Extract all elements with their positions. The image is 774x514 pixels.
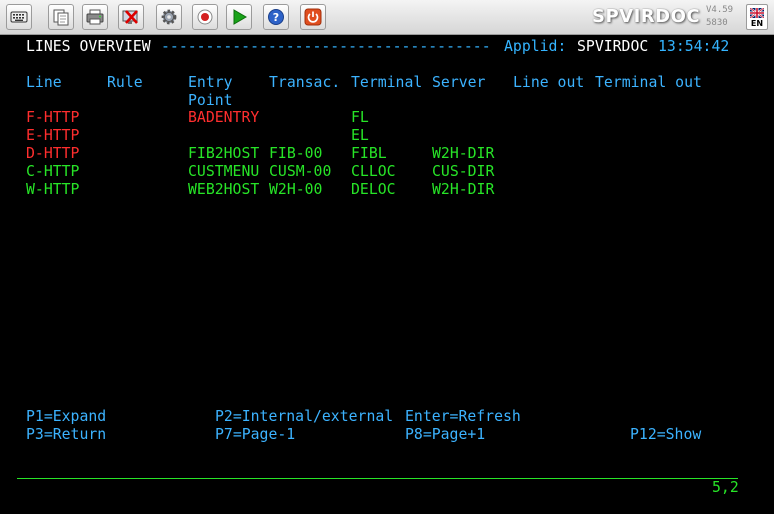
settings-button[interactable] [156,4,182,30]
pf7-page-back[interactable]: P7=Page-1 [215,426,295,444]
row-line: C-HTTP [26,163,80,180]
play-icon [233,9,247,25]
col-header-server: Server [432,74,486,91]
pf1-expand[interactable]: P1=Expand [26,408,106,426]
row-line: F-HTTP [26,109,80,126]
col-header-terminal-out: Terminal out [595,74,702,91]
row-terminal: CLLOC [351,163,396,180]
copy-button[interactable] [48,4,74,30]
col-header-terminal: Terminal [351,74,423,91]
help-button[interactable]: ? [263,4,289,30]
power-button[interactable] [300,4,326,30]
keyboard-button[interactable] [6,4,32,30]
row-line: E-HTTP [26,127,80,144]
help-icon: ? [268,9,284,25]
pf12-show[interactable]: P12=Show [630,426,701,444]
language-label: EN [750,19,764,28]
row-transac: CUSM-00 [269,163,332,180]
screen-title: LINES OVERVIEW [26,38,151,55]
col-header-transac: Transac. [269,74,341,91]
row-server: CUS-DIR [432,163,495,180]
row-line: W-HTTP [26,181,80,198]
row-entry: WEB2HOST [188,181,260,198]
build-label: 5830 [706,18,728,28]
row-entry: FIB2HOST [188,145,260,162]
app-brand: SPVIRDOC [592,6,701,27]
language-button[interactable]: EN [746,4,768,30]
gear-icon [161,9,177,25]
row-entry: BADENTRY [188,109,260,126]
toolbar: ? SPVIRDOC V4.59 5830 EN [0,0,774,35]
terminal-emulator-window: ? SPVIRDOC V4.59 5830 EN LINES OVERVIEW … [0,0,774,514]
col-header-rule: Rule [107,74,143,91]
col-header-point: Point [188,92,233,109]
copy-icon [53,9,69,26]
disconnect-icon [122,10,138,24]
row-terminal: FL [351,109,369,126]
applid-value: SPVIRDOC [577,38,649,55]
print-button[interactable] [82,4,108,30]
row-terminal: DELOC [351,181,396,198]
row-server: W2H-DIR [432,145,495,162]
time-display: 13:54:42 [658,38,730,55]
disconnect-button[interactable] [118,4,144,30]
row-server: W2H-DIR [432,181,495,198]
enter-refresh[interactable]: Enter=Refresh [405,408,521,426]
row-entry: CUSTMENU [188,163,260,180]
play-button[interactable] [226,4,252,30]
uk-flag-icon [750,8,764,18]
row-transac: FIB-00 [269,145,323,162]
col-header-line: Line [26,74,62,91]
row-line: D-HTTP [26,145,80,162]
applid-label: Applid: [504,38,567,55]
pf2-internal-external[interactable]: P2=Internal/external [215,408,393,426]
col-header-line-out: Line out [513,74,585,91]
print-icon [86,9,104,25]
pf3-return[interactable]: P3=Return [26,426,106,444]
power-icon [304,8,322,26]
row-terminal: EL [351,127,369,144]
record-icon [197,9,213,25]
status-divider [17,478,738,479]
title-dashes: ------------------------------------- [161,38,491,55]
col-header-entry: Entry [188,74,233,91]
row-transac: W2H-00 [269,181,323,198]
version-label: V4.59 [706,5,734,15]
row-terminal: FIBL [351,145,387,162]
terminal-screen[interactable]: LINES OVERVIEW -------------------------… [0,35,774,514]
svg-text:?: ? [273,11,279,24]
pf8-page-forward[interactable]: P8=Page+1 [405,426,485,444]
keyboard-icon [10,11,28,23]
cursor-position: 5,2 [712,479,739,496]
record-button[interactable] [192,4,218,30]
